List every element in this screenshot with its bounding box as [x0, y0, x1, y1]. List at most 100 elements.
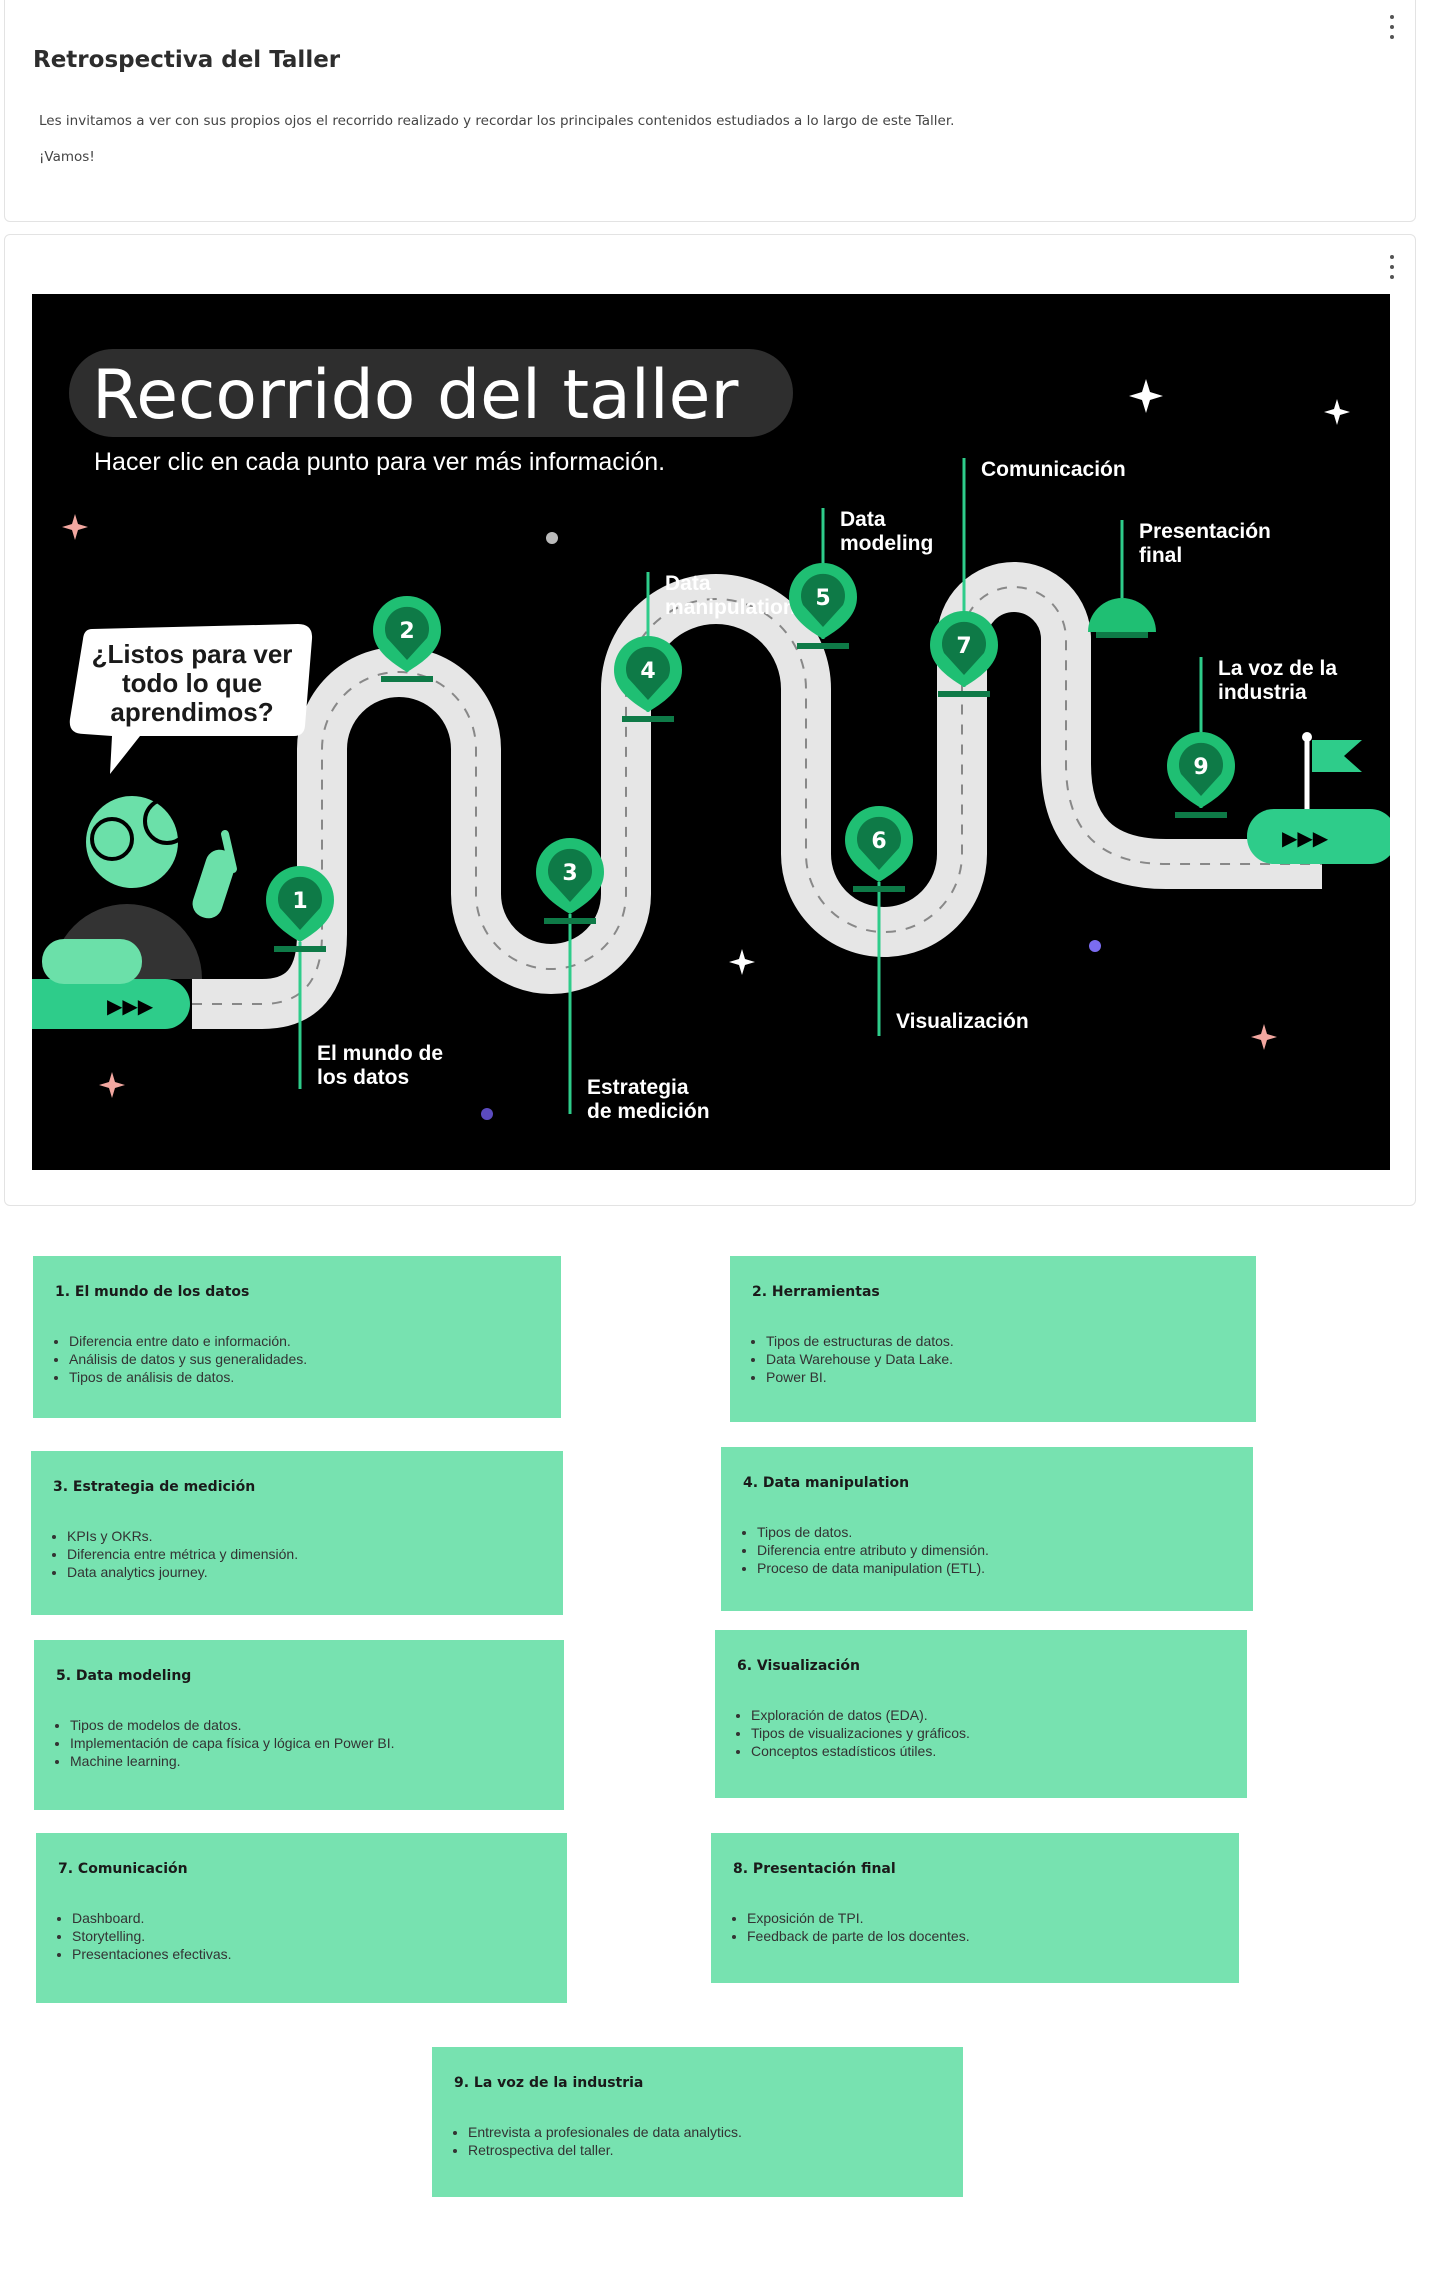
module-topic-list: KPIs y OKRs.Diferencia entre métrica y d…: [53, 1527, 541, 1581]
dot: [546, 532, 558, 544]
module-topic: Proceso de data manipulation (ETL).: [757, 1559, 1231, 1577]
stop-base: [853, 886, 905, 892]
stop-number: 4: [640, 659, 655, 684]
module-title: 5. Data modeling: [56, 1668, 192, 1684]
stop-base: [1096, 632, 1148, 638]
module-topic: Exploración de datos (EDA).: [751, 1706, 1225, 1724]
module-card-9: 9. La voz de la industria Entrevista a pr…: [432, 2047, 963, 2197]
stop-number: 1: [292, 889, 307, 914]
road-dashes: [192, 586, 1322, 1005]
stop-number: 7: [956, 634, 971, 659]
module-topic: Conceptos estadísticos útiles.: [751, 1742, 1225, 1760]
module-topic: Machine learning.: [70, 1752, 542, 1770]
module-card-4: 4. Data manipulation Tipos de datos.Difer…: [721, 1447, 1253, 1611]
stop-number: 5: [815, 586, 830, 611]
stop-label: Data: [665, 572, 711, 595]
stop-label: modeling: [840, 532, 933, 555]
module-title: 6. Visualización: [737, 1658, 860, 1674]
module-card-3: 3. Estrategia de medición KPIs y OKRs.Dif…: [31, 1451, 563, 1615]
module-topic: Entrevista a profesionales de data analy…: [468, 2123, 941, 2141]
stop-label: manipulation: [665, 596, 796, 619]
route-stop-8[interactable]: Presentaciónfinal: [1088, 520, 1271, 638]
stop-label: Comunicación: [981, 458, 1126, 481]
module-topic: Diferencia entre atributo y dimensión.: [757, 1541, 1231, 1559]
star-icon: [1129, 379, 1163, 413]
dot: [481, 1108, 493, 1120]
star-icon: [1251, 1024, 1277, 1050]
stop-number: 2: [399, 619, 414, 644]
stop-label: Data: [840, 508, 886, 531]
speech-line-1: ¿Listos para ver: [92, 639, 293, 669]
page-title: Retrospectiva del Taller: [33, 47, 341, 73]
module-title: 3. Estrategia de medición: [53, 1479, 256, 1495]
module-topic: Dashboard.: [72, 1909, 545, 1927]
module-card-1: 1. El mundo de los datos Diferencia entre…: [33, 1256, 561, 1418]
intro-card: Retrospectiva del Taller Les invitamos a…: [4, 0, 1416, 222]
speech-line-3: aprendimos?: [110, 697, 273, 727]
stop-label: final: [1139, 544, 1182, 567]
stop-label: industria: [1218, 681, 1307, 704]
module-title: 7. Comunicación: [58, 1861, 188, 1877]
road: [192, 562, 1322, 1029]
dot: [1089, 940, 1101, 952]
map-pin-icon: [1088, 598, 1156, 632]
infographic-title: Recorrido del taller: [92, 356, 738, 435]
module-card-8: 8. Presentación final Exposición de TPI.F…: [711, 1833, 1239, 1983]
module-topic: Presentaciones efectivas.: [72, 1945, 545, 1963]
module-topic-list: Exploración de datos (EDA).Tipos de visu…: [737, 1706, 1225, 1760]
star-icon: [1324, 399, 1350, 425]
module-card-7: 7. Comunicación Dashboard.Storytelling.Pr…: [36, 1833, 567, 2003]
star-icon: [62, 514, 88, 540]
infographic-subtitle: Hacer clic en cada punto para ver más in…: [94, 448, 665, 476]
stop-number: 6: [871, 829, 886, 854]
module-topic: Tipos de modelos de datos.: [70, 1716, 542, 1734]
module-topic: Tipos de estructuras de datos.: [766, 1332, 1234, 1350]
stop-label: Visualización: [896, 1010, 1029, 1033]
module-topic: Diferencia entre métrica y dimensión.: [67, 1545, 541, 1563]
module-topic: Storytelling.: [72, 1927, 545, 1945]
module-topic: Tipos de datos.: [757, 1523, 1231, 1541]
module-title: 4. Data manipulation: [743, 1475, 910, 1491]
star-icon: [99, 1072, 125, 1098]
module-topic-list: Entrevista a profesionales de data analy…: [454, 2123, 941, 2159]
star-icon: [729, 949, 755, 975]
stop-label: Estrategia: [587, 1076, 689, 1099]
module-card-2: 2. Herramientas Tipos de estructuras de d…: [730, 1256, 1256, 1422]
flag-icon: [1312, 740, 1362, 772]
module-card-5: 5. Data modeling Tipos de modelos de dato…: [34, 1640, 564, 1810]
character-illustration: [42, 796, 237, 984]
stop-label: de medición: [587, 1100, 710, 1123]
stop-base: [381, 676, 433, 682]
stop-label: La voz de la: [1218, 657, 1337, 680]
stop-base: [938, 691, 990, 697]
route-stop-5[interactable]: 5 Datamodeling: [789, 508, 933, 649]
intro-more-menu-icon[interactable]: [1389, 15, 1395, 39]
stop-label: El mundo de: [317, 1042, 443, 1065]
module-card-6: 6. Visualización Exploración de datos (ED…: [715, 1630, 1247, 1798]
stop-base: [544, 918, 596, 924]
stop-base: [1175, 812, 1227, 818]
module-topic: Exposición de TPI.: [747, 1909, 1217, 1927]
module-topic: Análisis de datos y sus generalidades.: [69, 1350, 539, 1368]
module-topic: KPIs y OKRs.: [67, 1527, 541, 1545]
module-title: 2. Herramientas: [752, 1284, 880, 1300]
intro-cta: ¡Vamos!: [39, 149, 95, 165]
module-topic-list: Tipos de estructuras de datos.Data Wareh…: [752, 1332, 1234, 1386]
speech-line-2: todo lo que: [122, 668, 262, 698]
infographic-more-menu-icon[interactable]: [1389, 255, 1395, 279]
module-topic-list: Exposición de TPI.Feedback de parte de l…: [733, 1909, 1217, 1945]
stop-number: 3: [562, 861, 577, 886]
module-topic-list: Tipos de modelos de datos.Implementación…: [56, 1716, 542, 1770]
module-topic: Data Warehouse y Data Lake.: [766, 1350, 1234, 1368]
module-topic: Tipos de análisis de datos.: [69, 1368, 539, 1386]
stop-base: [797, 643, 849, 649]
end-arrows-icon: ▶▶▶: [1282, 826, 1329, 850]
module-topic-list: Tipos de datos.Diferencia entre atributo…: [743, 1523, 1231, 1577]
module-topic-list: Dashboard.Storytelling.Presentaciones ef…: [58, 1909, 545, 1963]
infographic-image: Recorrido del taller Hacer clic en cada …: [32, 294, 1390, 1170]
module-topic: Diferencia entre dato e información.: [69, 1332, 539, 1350]
module-topic: Feedback de parte de los docentes.: [747, 1927, 1217, 1945]
stop-label: Presentación: [1139, 520, 1271, 543]
stop-base: [622, 716, 674, 722]
module-topic: Retrospectiva del taller.: [468, 2141, 941, 2159]
